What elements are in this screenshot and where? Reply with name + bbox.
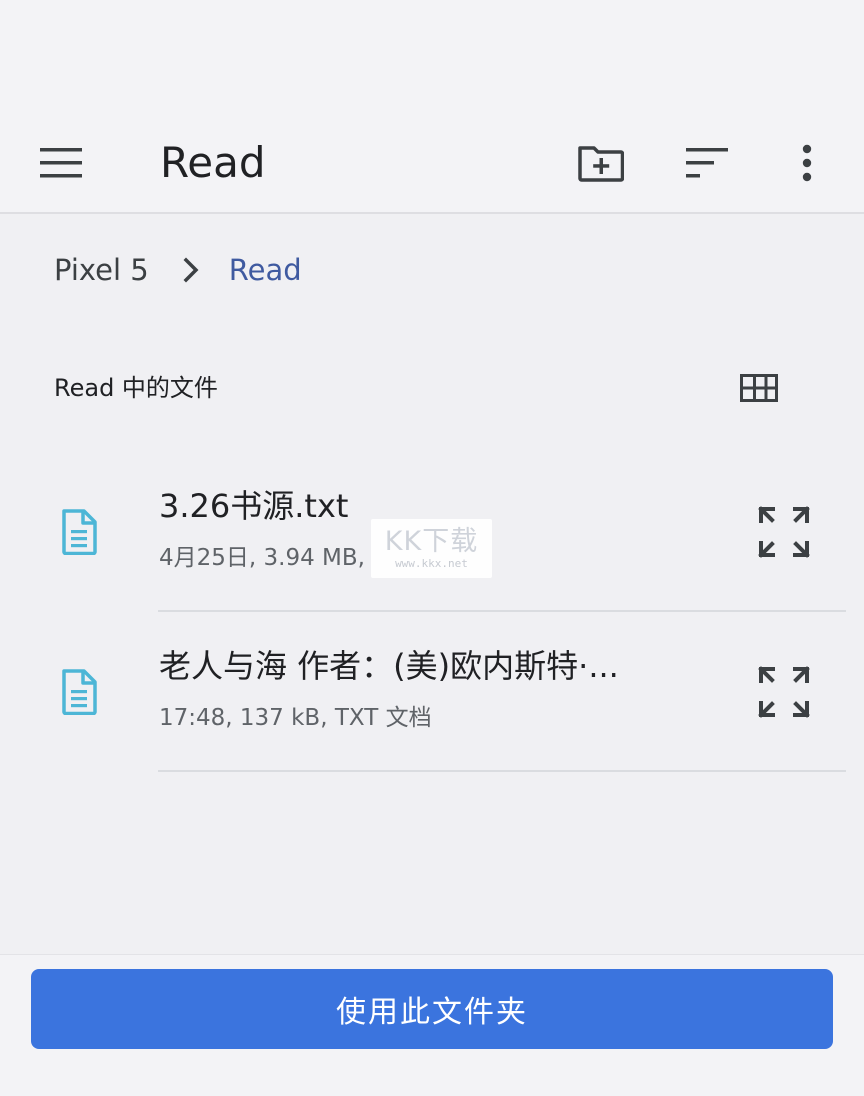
app-bar: Read: [0, 110, 864, 214]
create-new-folder-icon: [578, 146, 624, 182]
watermark-text: KK下载: [384, 525, 479, 557]
status-bar-area: [0, 0, 864, 110]
open-in-full-icon: [758, 506, 810, 558]
grid-view-button[interactable]: [730, 362, 788, 414]
file-meta: 17:48, 137 kB, TXT 文档: [159, 705, 432, 731]
open-in-full-icon: [758, 666, 810, 718]
sort-button[interactable]: [676, 132, 738, 194]
use-this-folder-button[interactable]: 使用此文件夹: [31, 969, 833, 1049]
file-name: 老人与海 作者：(美)欧内斯特·...: [159, 647, 619, 685]
menu-button[interactable]: [30, 132, 92, 194]
list-item[interactable]: 老人与海 作者：(美)欧内斯特·... 17:48, 137 kB, TXT 文…: [0, 612, 864, 772]
preview-button[interactable]: [752, 500, 816, 564]
breadcrumb-root[interactable]: Pixel 5: [54, 253, 149, 287]
bottom-action-bar: 使用此文件夹: [0, 954, 864, 1096]
divider: [158, 770, 846, 772]
section-header: Read 中的文件: [54, 374, 218, 402]
text-file-icon: [56, 666, 102, 718]
grid-view-icon: [740, 374, 778, 402]
preview-button[interactable]: [752, 660, 816, 724]
more-options-button[interactable]: [776, 132, 838, 194]
breadcrumb: Pixel 5 Read: [54, 246, 302, 294]
breadcrumb-current[interactable]: Read: [229, 253, 302, 287]
chevron-right-icon: [183, 257, 199, 283]
new-folder-button[interactable]: [570, 132, 632, 194]
more-vert-icon: [802, 144, 812, 182]
text-file-icon: [56, 506, 102, 558]
app-title: Read: [160, 138, 266, 187]
watermark-logo: KK下载 www.kkx.net: [371, 519, 492, 578]
menu-icon: [40, 148, 82, 178]
watermark-url: www.kkx.net: [395, 556, 468, 570]
sort-icon: [686, 148, 728, 178]
